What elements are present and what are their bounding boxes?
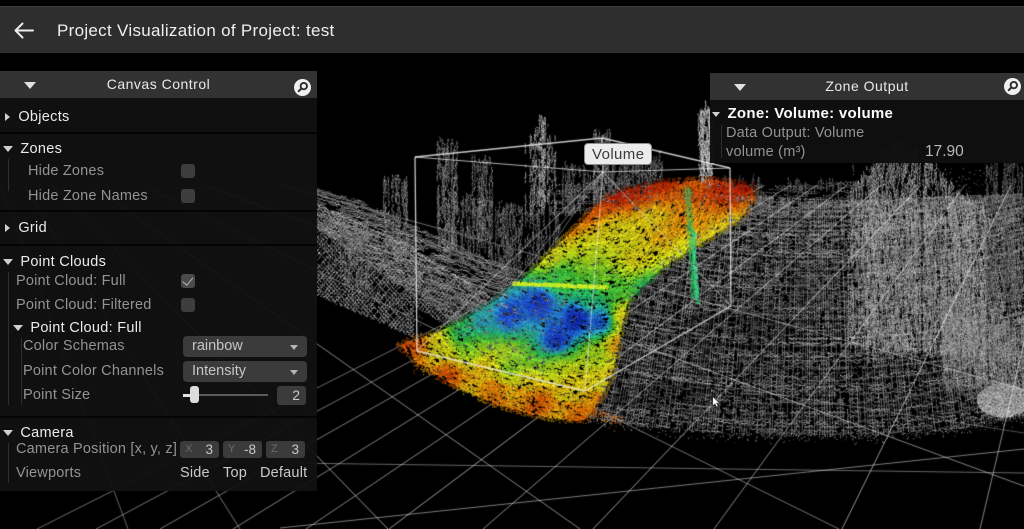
zone-output-title: Zone Output [710,73,1024,100]
camera-x-value: 3 [205,441,213,458]
zone-output-header[interactable]: Zone Output [710,73,1024,100]
point-cloud-filtered-checkbox[interactable] [181,298,195,312]
section-zones[interactable]: Zones [3,139,62,159]
tree-guide-line [8,272,9,405]
canvas-control-panel: Canvas Control Objects Zones Hide Zones … [0,71,317,491]
tree-guide-line [8,159,9,191]
section-grid[interactable]: Grid [5,218,47,238]
divider [0,416,317,418]
hide-zones-label: Hide Zones [28,161,104,181]
point-color-channels-select[interactable]: Intensity [183,361,307,382]
camera-z-input[interactable]: Z 3 [266,441,305,458]
hide-zone-names-checkbox[interactable] [181,189,195,203]
point-clouds-label: Point Clouds [20,254,106,270]
divider [0,210,317,212]
collapse-icon [3,259,13,265]
data-output-label: Data Output: Volume [726,123,864,143]
zone-name-label: Zone: Volume: volume [727,105,893,122]
title-bar: Project Visualization of Project: test [0,6,1024,53]
objects-label: Objects [18,109,69,125]
zones-label: Zones [20,141,62,157]
volume-unit-label: volume (m³) [726,142,806,162]
camera-y-axis-label: Y [228,441,235,458]
mouse-cursor-icon [712,396,722,409]
viewport-top-button[interactable]: Top [223,463,247,483]
point-size-label: Point Size [23,385,90,405]
expand-icon [5,224,10,232]
chevron-down-icon [290,345,298,350]
tree-guide-line [8,443,9,483]
viewport-default-button[interactable]: Default [260,463,307,483]
point-cloud-full-label: Point Cloud: Full [16,271,126,291]
section-point-clouds[interactable]: Point Clouds [3,252,106,272]
viewports-label: Viewports [16,463,81,483]
expand-icon [5,113,10,121]
point-cloud-filtered-label: Point Cloud: Filtered [16,295,152,315]
point-color-channels-label: Point Color Channels [23,361,164,381]
camera-y-value: -8 [244,441,256,458]
zone-box-label: Volume [584,143,652,165]
point-size-value: 2 [277,386,306,405]
zone-output-panel: Zone Output Zone: Volume: volume Data Ou… [710,73,1024,163]
collapse-icon [13,325,23,331]
camera-position-label: Camera Position [x, y, z] [16,439,177,459]
canvas-control-header[interactable]: Canvas Control [0,71,317,98]
hide-zones-checkbox[interactable] [181,164,195,178]
collapse-icon [3,146,13,152]
point-color-channels-value: Intensity [192,363,246,379]
hide-zone-names-label: Hide Zone Names [28,186,148,206]
collapse-icon [3,430,13,436]
point-size-slider-handle[interactable] [190,386,199,403]
search-icon[interactable] [1004,78,1021,95]
camera-z-value: 3 [291,441,299,458]
divider [0,132,317,134]
canvas-control-title: Canvas Control [0,71,317,98]
divider [0,244,317,246]
color-schemas-select[interactable]: rainbow [183,336,307,357]
page-title: Project Visualization of Project: test [57,7,335,54]
tree-guide-line [721,125,722,158]
collapse-icon [712,112,720,117]
color-schemas-value: rainbow [192,338,243,354]
camera-x-input[interactable]: X 3 [180,441,219,458]
viewport-side-button[interactable]: Side [180,463,210,483]
point-cloud-full-group-label: Point Cloud: Full [30,320,142,336]
subsection-point-cloud-full[interactable]: Point Cloud: Full [13,318,142,338]
camera-z-axis-label: Z [271,441,278,458]
chevron-down-icon [290,370,298,375]
point-cloud-full-checkbox[interactable] [181,274,195,288]
color-schemas-label: Color Schemas [23,336,125,356]
search-icon[interactable] [294,79,311,96]
camera-y-input[interactable]: Y -8 [223,441,262,458]
app-window: Volume Project Visualization of Project:… [0,0,1024,529]
grid-label: Grid [18,220,47,236]
volume-value: 17.90 [925,142,964,162]
tree-guide-line [21,338,22,405]
section-objects[interactable]: Objects [5,107,70,127]
camera-x-axis-label: X [185,441,192,458]
back-button[interactable] [14,21,34,40]
zone-name-row[interactable]: Zone: Volume: volume [712,104,893,124]
